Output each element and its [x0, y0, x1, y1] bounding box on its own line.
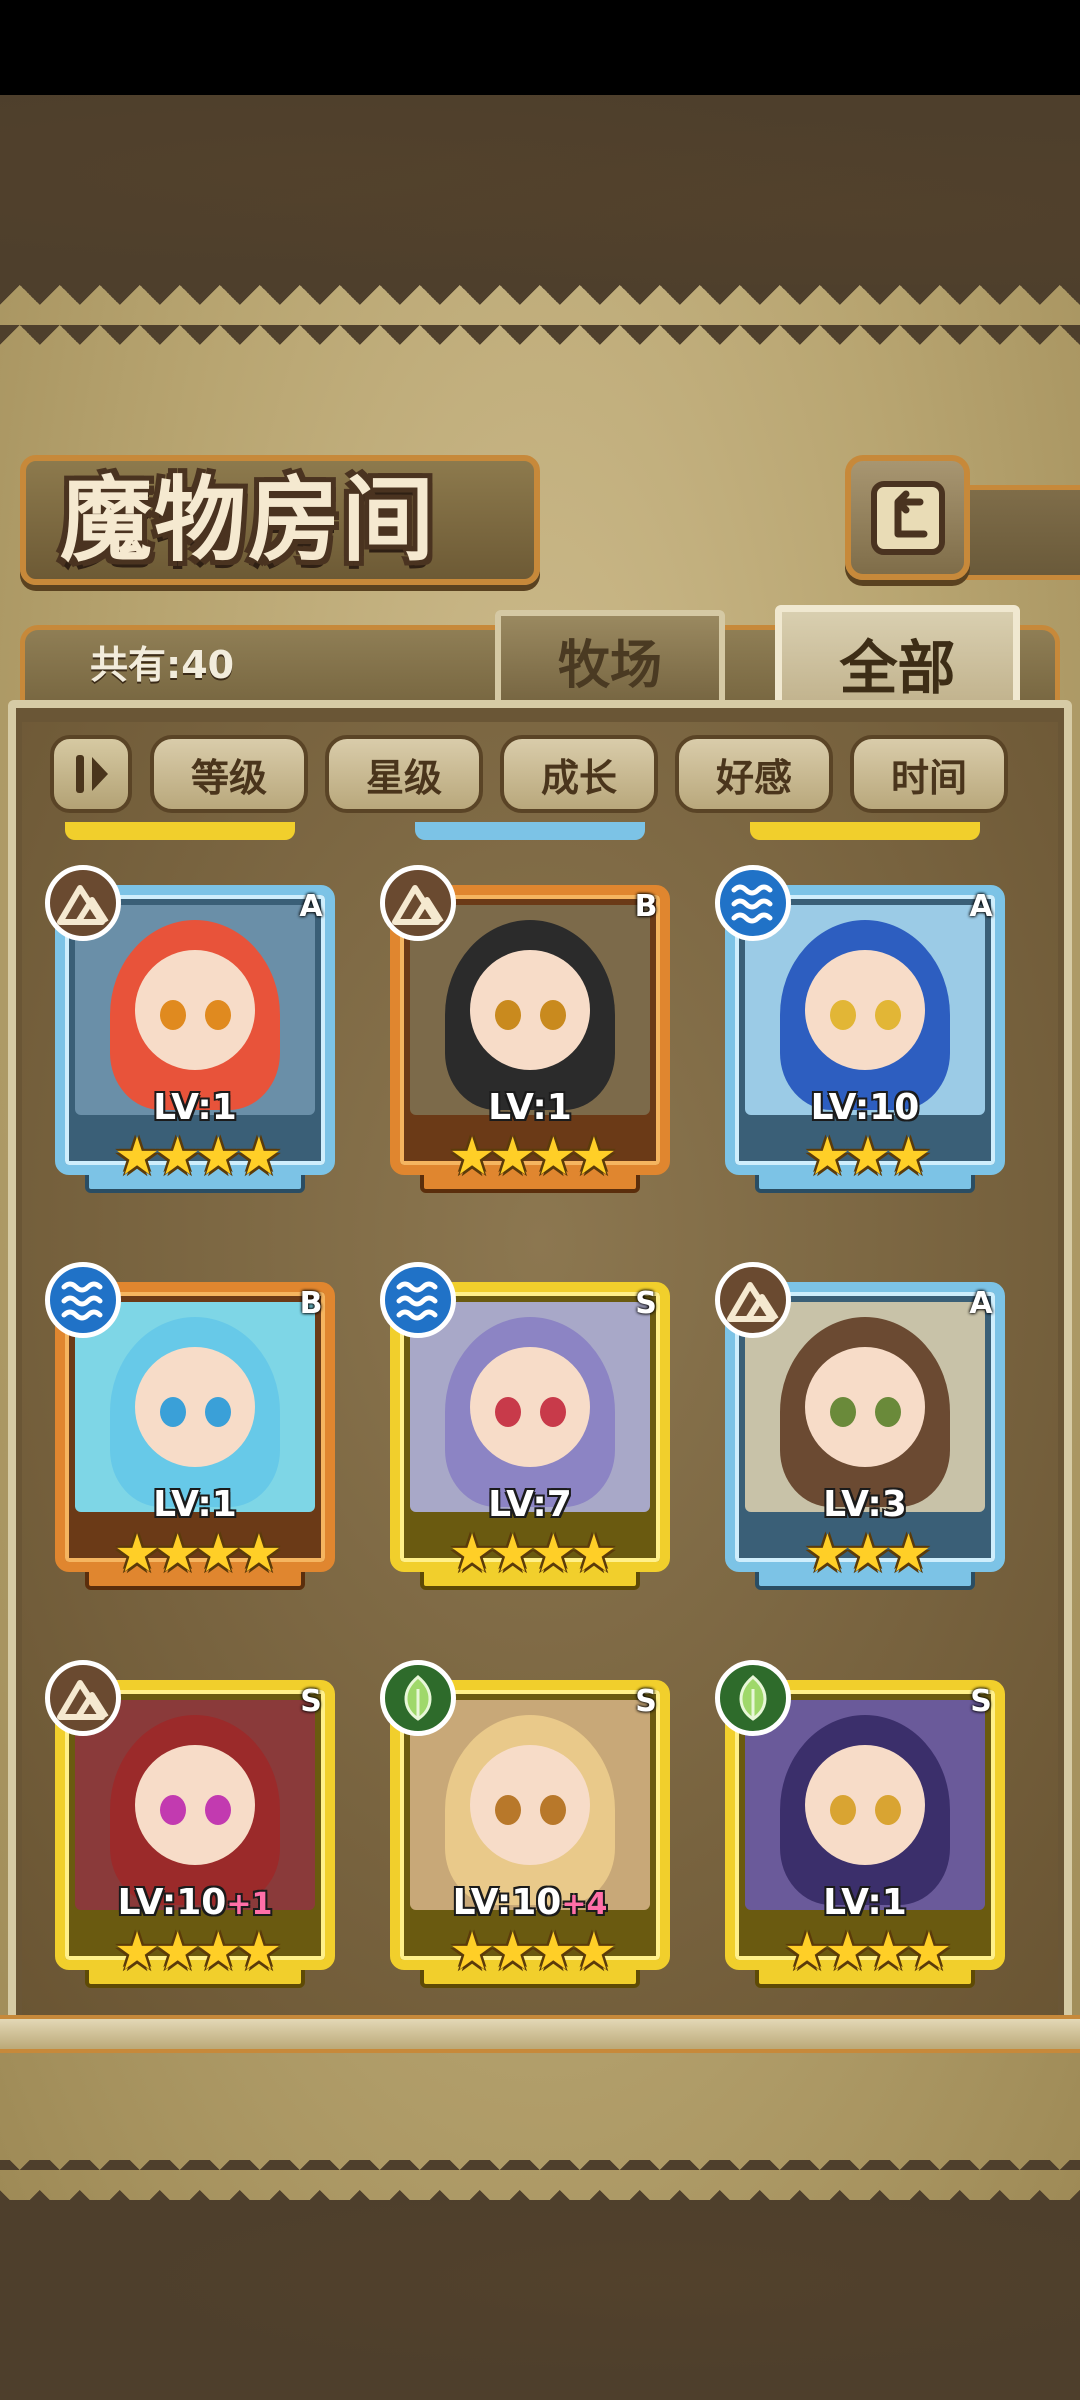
- partial-card-above: [65, 822, 295, 840]
- water-element-icon: [380, 1262, 456, 1338]
- star-rating: ★★★★: [783, 1922, 952, 1982]
- rank-letter: S: [635, 1286, 657, 1321]
- monster-card[interactable]: A LV:3 ★★★: [715, 1262, 1015, 1592]
- monster-portrait: [745, 1302, 985, 1512]
- back-arrow-icon: [870, 480, 945, 555]
- monster-portrait: [745, 905, 985, 1115]
- earth-element-icon: [715, 1262, 791, 1338]
- map-background-top: [0, 95, 1080, 290]
- monster-level: LV:1: [153, 1087, 237, 1128]
- grass-element-icon: [380, 1660, 456, 1736]
- monster-level: LV:1: [823, 1882, 907, 1923]
- star-rating: ★★★★: [448, 1524, 617, 1584]
- partial-card-above: [415, 822, 645, 840]
- rank-letter: A: [969, 1286, 993, 1321]
- monster-level: LV:10+1: [117, 1882, 273, 1923]
- rank-letter: S: [970, 1684, 992, 1719]
- rank-letter: A: [299, 889, 323, 924]
- page-title: 魔物房间: [60, 466, 437, 574]
- monster-card[interactable]: B LV:1 ★★★★: [380, 865, 680, 1195]
- filter-star-button[interactable]: 星级: [325, 735, 483, 813]
- list-bottom-rail: [0, 2015, 1080, 2053]
- rank-letter: S: [635, 1684, 657, 1719]
- monster-portrait: [410, 1700, 650, 1910]
- monster-portrait: [410, 905, 650, 1115]
- water-element-icon: [45, 1262, 121, 1338]
- monster-count: 共有:40: [90, 643, 235, 687]
- grass-element-icon: [715, 1660, 791, 1736]
- monster-portrait: [75, 905, 315, 1115]
- back-button[interactable]: [845, 455, 970, 580]
- monster-card[interactable]: A LV:10 ★★★: [715, 865, 1015, 1195]
- tab-all-label: 全部: [839, 633, 956, 702]
- monster-card[interactable]: B LV:1 ★★★★: [45, 1262, 345, 1592]
- monster-portrait: [745, 1700, 985, 1910]
- sort-order-toggle[interactable]: [50, 735, 132, 813]
- monster-portrait: [75, 1302, 315, 1512]
- status-bar: [0, 0, 1080, 95]
- rank-letter: B: [634, 889, 658, 924]
- earth-element-icon: [45, 865, 121, 941]
- filter-affection-button[interactable]: 好感: [675, 735, 833, 813]
- filter-growth-button[interactable]: 成长: [500, 735, 658, 813]
- back-button-rail: [960, 485, 1080, 580]
- star-rating: ★★★★: [448, 1922, 617, 1982]
- monster-card[interactable]: S LV:10+4 ★★★★: [380, 1660, 680, 1990]
- monster-portrait: [75, 1700, 315, 1910]
- earth-element-icon: [380, 865, 456, 941]
- tab-farm-label: 牧场: [557, 634, 662, 696]
- monster-level: LV:1: [488, 1087, 572, 1128]
- filter-time-button[interactable]: 时间: [850, 735, 1008, 813]
- tab-farm[interactable]: 牧场: [495, 610, 725, 710]
- star-rating: ★★★★: [113, 1922, 282, 1982]
- partial-card-above: [750, 822, 980, 840]
- water-element-icon: [715, 865, 791, 941]
- star-rating: ★★★★: [113, 1524, 282, 1584]
- star-rating: ★★★★: [113, 1127, 282, 1187]
- monster-level: LV:10: [810, 1087, 920, 1128]
- map-background-bottom: [0, 2200, 1080, 2400]
- rank-letter: B: [299, 1286, 323, 1321]
- monster-card[interactable]: A LV:1 ★★★★: [45, 865, 345, 1195]
- torn-edge-top: [0, 285, 1080, 345]
- rank-letter: S: [300, 1684, 322, 1719]
- monster-level: LV:1: [153, 1484, 237, 1525]
- monster-card[interactable]: S LV:7 ★★★★: [380, 1262, 680, 1592]
- star-rating: ★★★: [804, 1127, 932, 1187]
- sort-order-icon: [76, 755, 108, 793]
- monster-card[interactable]: S LV:1 ★★★★: [715, 1660, 1015, 1990]
- monster-level: LV:7: [488, 1484, 572, 1525]
- rank-letter: A: [969, 889, 993, 924]
- star-rating: ★★★: [804, 1524, 932, 1584]
- monster-level: LV:3: [823, 1484, 907, 1525]
- filter-level-button[interactable]: 等级: [150, 735, 308, 813]
- monster-portrait: [410, 1302, 650, 1512]
- monster-level: LV:10+4: [452, 1882, 608, 1923]
- star-rating: ★★★★: [448, 1127, 617, 1187]
- earth-element-icon: [45, 1660, 121, 1736]
- monster-card[interactable]: S LV:10+1 ★★★★: [45, 1660, 345, 1990]
